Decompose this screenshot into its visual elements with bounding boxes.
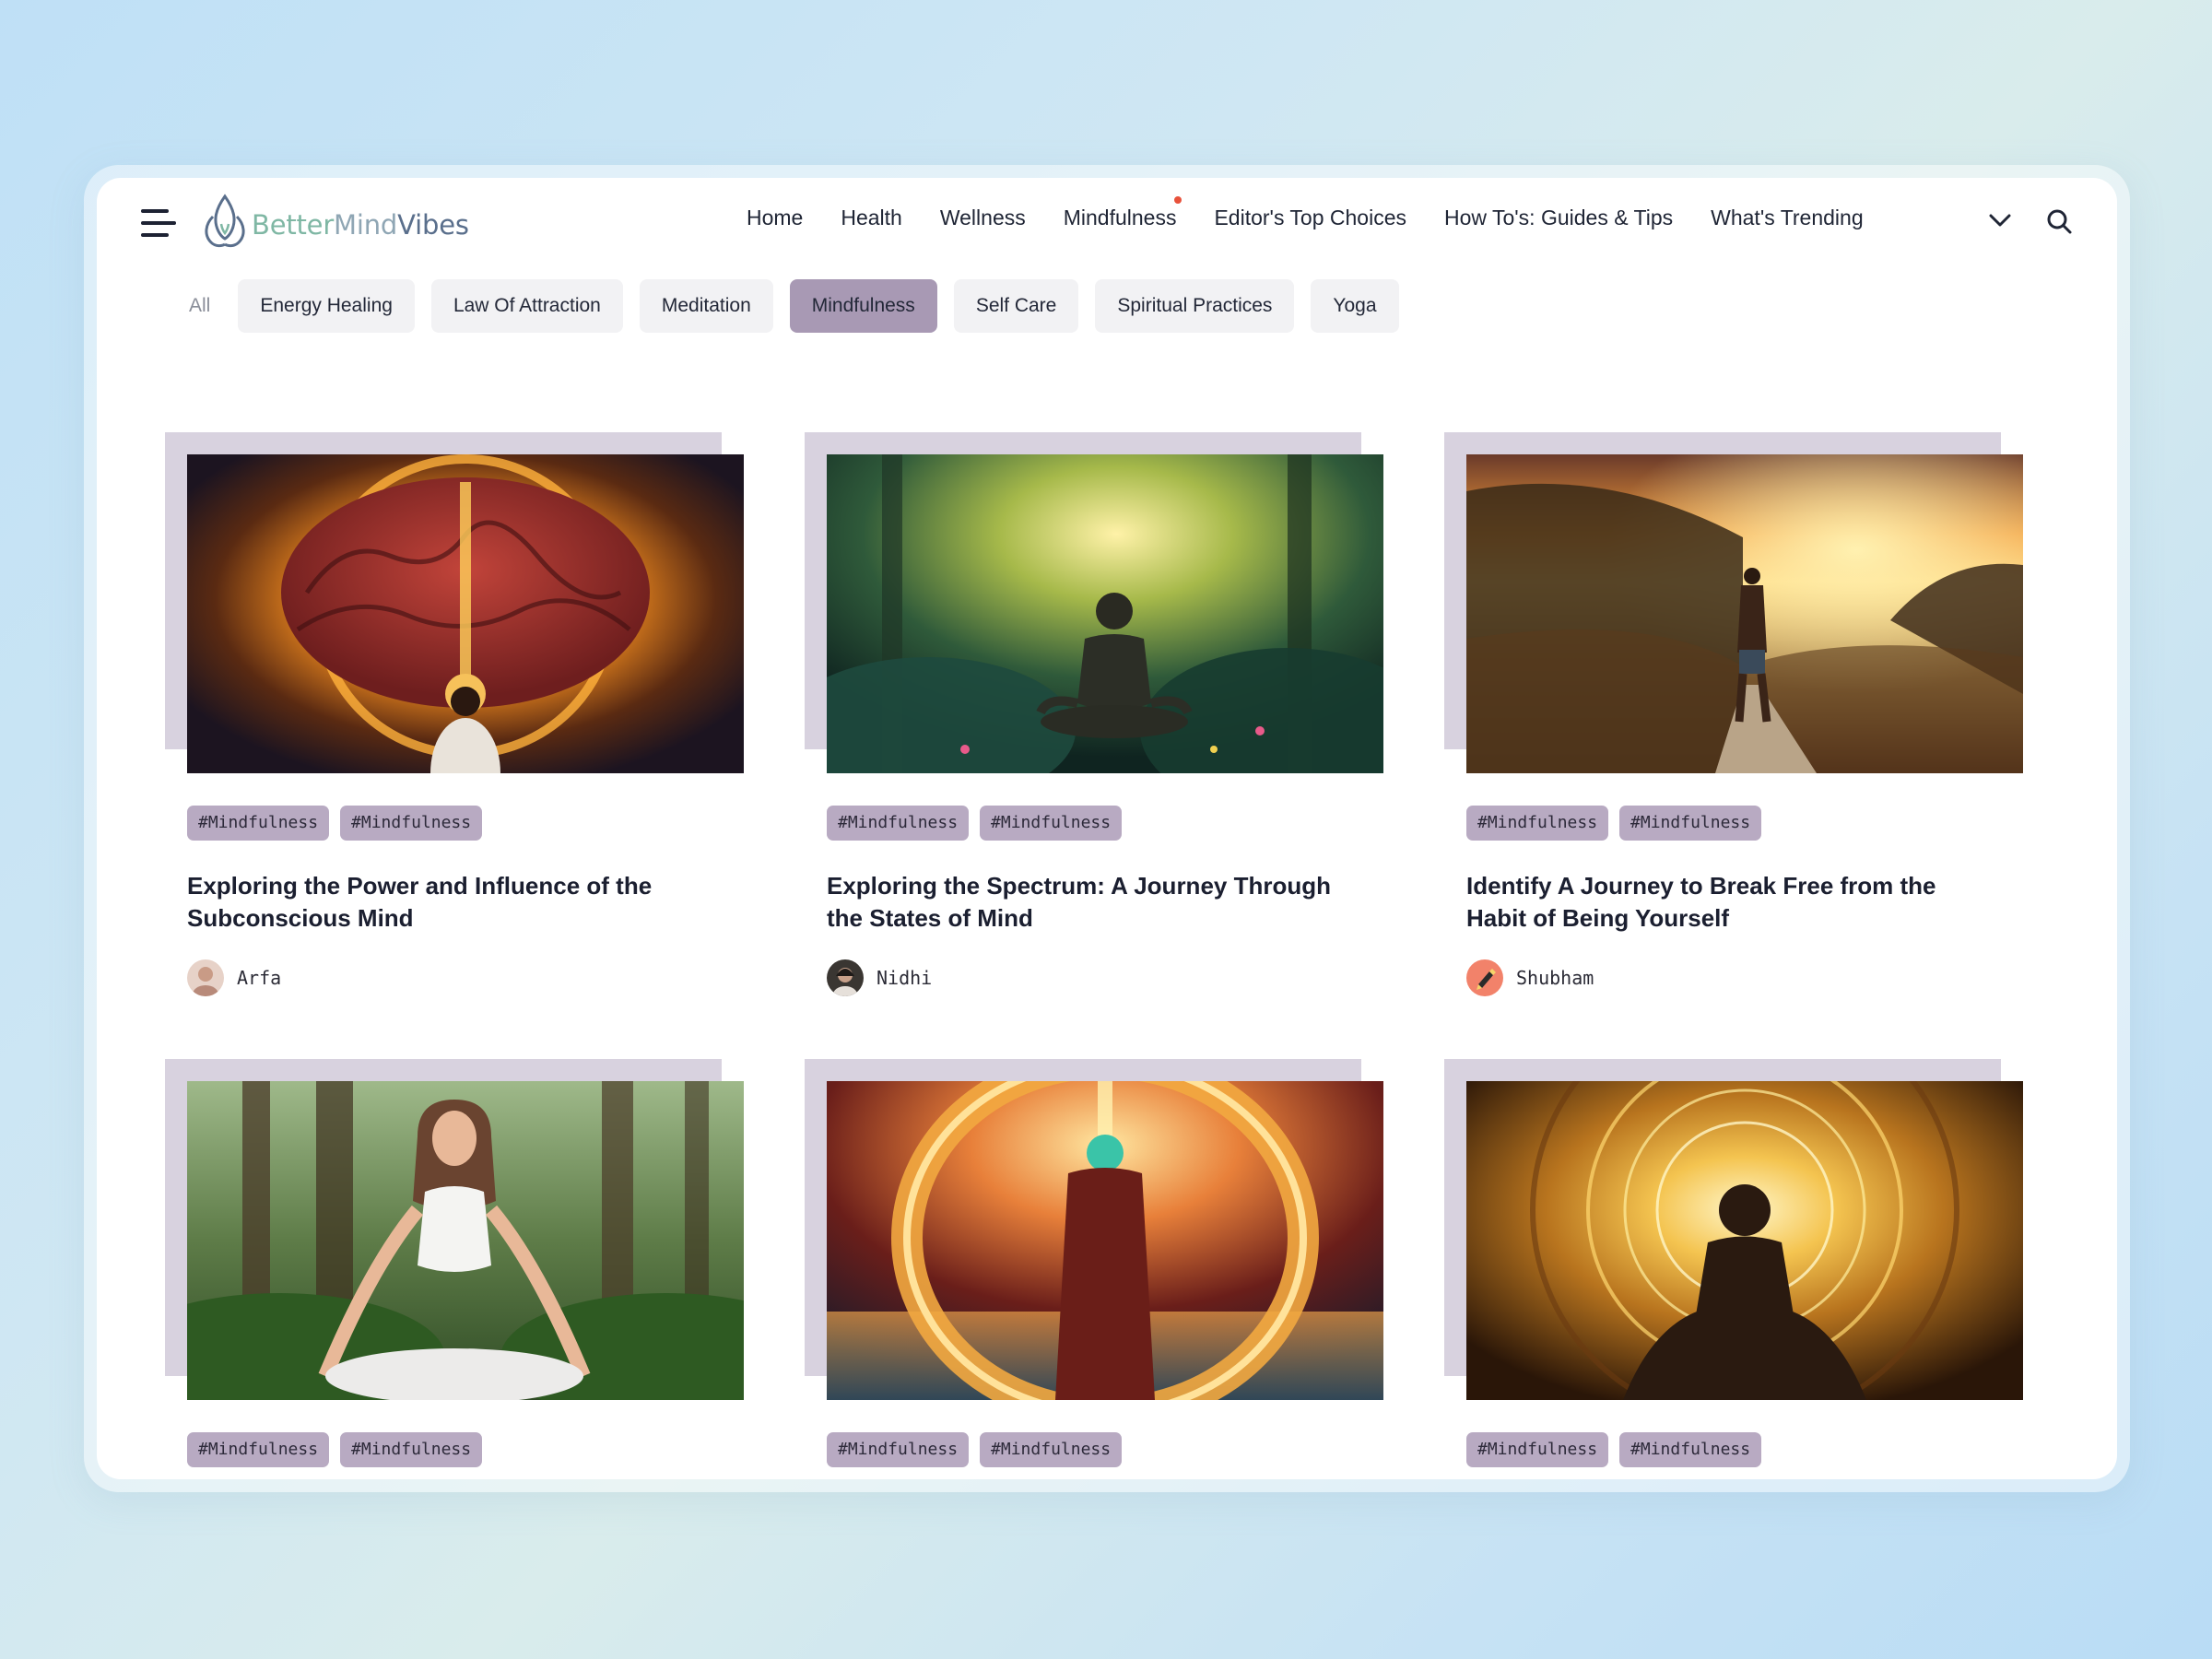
chevron-down-icon[interactable] (1988, 211, 2012, 229)
card-image[interactable] (827, 454, 1383, 773)
brand-name: BetterMindVibes (252, 209, 469, 241)
tag-list: #Mindfulness #Mindfulness (827, 806, 1133, 841)
tag-list: #Mindfulness #Mindfulness (187, 806, 493, 841)
tag-chip[interactable]: #Mindfulness (980, 1432, 1123, 1467)
author-name: Nidhi (877, 967, 933, 989)
filter-self-care[interactable]: Self Care (953, 279, 1079, 333)
tag-chip[interactable]: #Mindfulness (187, 1432, 330, 1467)
filter-mindfulness[interactable]: Mindfulness (789, 279, 937, 333)
nav-whats-trending[interactable]: What's Trending (1711, 206, 1863, 230)
author[interactable]: Nidhi (827, 959, 932, 996)
author-name: Arfa (237, 967, 282, 989)
author-name: Shubham (1516, 967, 1594, 989)
tag-chip[interactable]: #Mindfulness (1466, 1432, 1609, 1467)
tag-list: #Mindfulness #Mindfulness (1466, 806, 1772, 841)
article-title[interactable]: Exploring the Power and Influence of the… (187, 870, 703, 935)
card-image[interactable] (1466, 454, 2023, 773)
tag-chip[interactable]: #Mindfulness (340, 806, 483, 841)
nav-mindfulness[interactable]: Mindfulness (1063, 196, 1182, 230)
filter-law-of-attraction[interactable]: Law Of Attraction (430, 279, 623, 333)
card-image[interactable] (187, 454, 744, 773)
avatar (1466, 959, 1503, 996)
nav-how-tos[interactable]: How To's: Guides & Tips (1444, 206, 1673, 230)
filter-spiritual-practices[interactable]: Spiritual Practices (1095, 279, 1295, 333)
nav-home[interactable]: Home (747, 206, 803, 230)
main-nav: Home Health Wellness Mindfulness Editor'… (747, 196, 1901, 230)
tag-list: #Mindfulness #Mindfulness (827, 1432, 1133, 1467)
nav-mindfulness-label: Mindfulness (1063, 206, 1177, 229)
tag-chip[interactable]: #Mindfulness (1619, 1432, 1762, 1467)
filter-yoga[interactable]: Yoga (1311, 279, 1399, 333)
nav-wellness[interactable]: Wellness (940, 206, 1026, 230)
tag-chip[interactable]: #Mindfulness (187, 806, 330, 841)
tag-list: #Mindfulness #Mindfulness (187, 1432, 493, 1467)
article-title[interactable]: Exploring the Spectrum: A Journey Throug… (827, 870, 1343, 935)
lotus-logo-icon (205, 194, 245, 248)
notification-dot (1174, 196, 1182, 204)
tag-chip[interactable]: #Mindfulness (1619, 806, 1762, 841)
tag-chip[interactable]: #Mindfulness (340, 1432, 483, 1467)
filter-meditation[interactable]: Meditation (639, 279, 773, 333)
avatar (187, 959, 224, 996)
tag-list: #Mindfulness #Mindfulness (1466, 1432, 1772, 1467)
article-title[interactable]: Identify A Journey to Break Free from th… (1466, 870, 1983, 935)
filter-all[interactable]: All (167, 279, 232, 333)
tag-chip[interactable]: #Mindfulness (980, 806, 1123, 841)
filter-energy-healing[interactable]: Energy Healing (238, 279, 415, 333)
card-image[interactable] (1466, 1081, 2023, 1400)
tag-chip[interactable]: #Mindfulness (827, 806, 970, 841)
nav-health[interactable]: Health (841, 206, 901, 230)
author[interactable]: Arfa (187, 959, 281, 996)
card-image[interactable] (827, 1081, 1383, 1400)
nav-editors-top-choices[interactable]: Editor's Top Choices (1214, 206, 1406, 230)
browser-window: BetterMindVibes Home Health Wellness Min… (97, 178, 2117, 1479)
search-icon[interactable] (2045, 207, 2073, 235)
author[interactable]: Shubham (1466, 959, 1594, 996)
card-image[interactable] (187, 1081, 744, 1400)
site-logo[interactable]: BetterMindVibes (200, 191, 469, 252)
tag-chip[interactable]: #Mindfulness (1466, 806, 1609, 841)
tag-chip[interactable]: #Mindfulness (827, 1432, 970, 1467)
category-filters: All Energy Healing Law Of Attraction Med… (167, 279, 1416, 333)
avatar (827, 959, 864, 996)
hamburger-icon[interactable] (141, 209, 176, 237)
